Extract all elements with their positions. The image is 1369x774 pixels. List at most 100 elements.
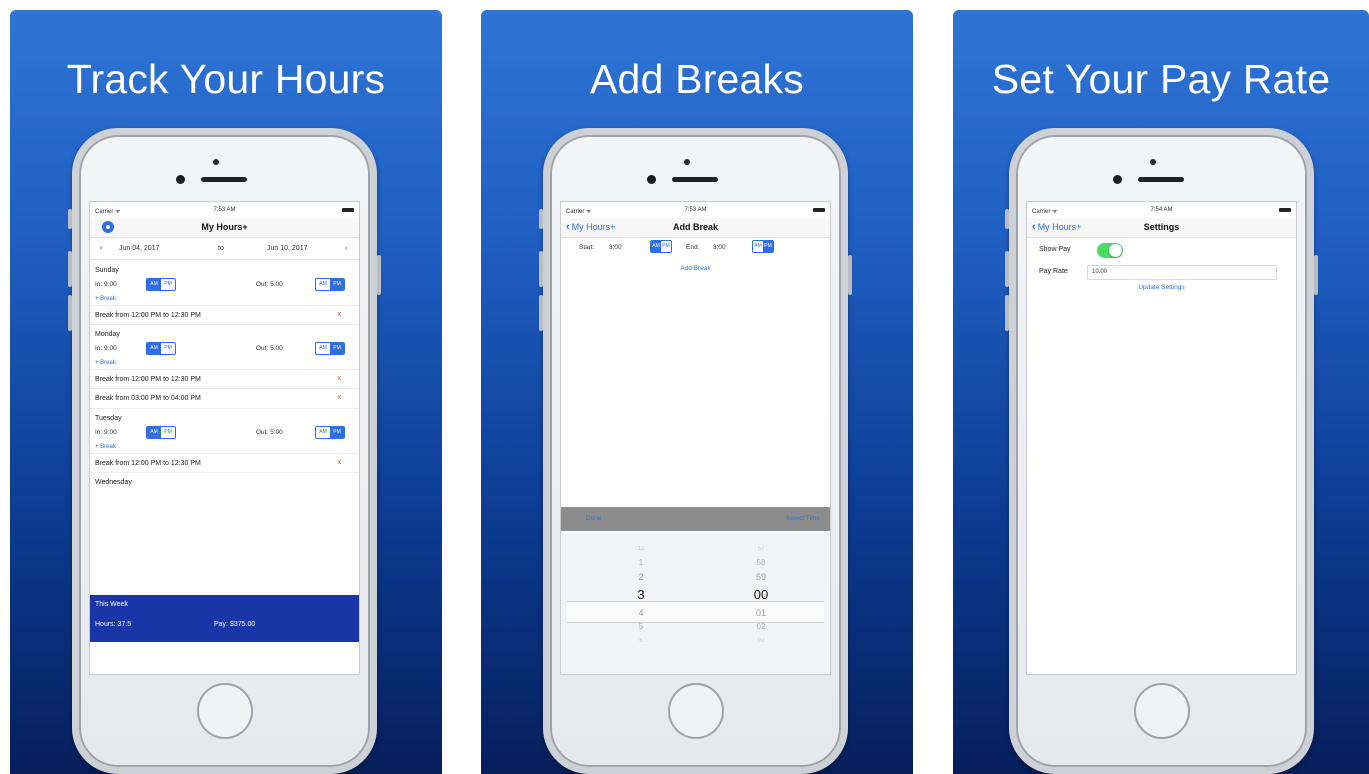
delete-break-icon[interactable]: x: [338, 311, 342, 318]
day-label-tuesday: Tuesday: [95, 415, 122, 422]
picker-value: 01: [755, 608, 766, 618]
navigation-bar: My Hours+: [90, 218, 359, 238]
am-segment[interactable]: AM: [316, 279, 330, 290]
out-ampm-toggle[interactable]: AM PM: [315, 278, 345, 291]
add-break-link[interactable]: + Break: [90, 442, 359, 453]
volume-up-button: [539, 251, 543, 287]
picker-value: 6: [639, 638, 643, 644]
am-segment[interactable]: AM: [147, 343, 161, 354]
picker-selection-band: [567, 601, 824, 623]
panel-title: Track Your Hours: [66, 56, 386, 102]
time-picker[interactable]: 12 1 2 3 4 5 6 57 58 59 00 01 02 03: [561, 532, 830, 674]
done-button[interactable]: Done: [586, 515, 602, 522]
in-time-field[interactable]: In: 9:00: [95, 429, 117, 436]
pm-segment[interactable]: PM: [161, 279, 175, 290]
break-text: Break from 12:00 PM to 12:30 PM: [95, 376, 201, 383]
mute-switch: [68, 209, 72, 229]
end-time-field[interactable]: 3:00: [713, 244, 726, 251]
hour-wheel[interactable]: 12 1 2 3 4 5 6: [621, 542, 661, 648]
battery-icon: [813, 208, 825, 212]
pay-rate-input[interactable]: 10.00: [1087, 265, 1277, 280]
day-label-monday: Monday: [95, 331, 120, 338]
am-segment[interactable]: AM: [316, 427, 330, 438]
pay-rate-label: Pay Rate: [1039, 268, 1068, 275]
picker-value: 12: [637, 546, 645, 552]
next-week-arrow-icon[interactable]: ›: [345, 245, 347, 252]
weekly-summary-bar: This Week Hours: 37.5 Pay: $375.00: [90, 595, 359, 642]
in-time-field[interactable]: In: 9:00: [95, 345, 117, 352]
phone-frame: Carrier ᯤ 7:54 AM ‹ My Hours+ Settings Sh…: [1005, 128, 1318, 774]
out-ampm-toggle[interactable]: AM PM: [315, 342, 345, 355]
in-ampm-toggle[interactable]: AM PM: [146, 278, 176, 291]
out-time-field[interactable]: Out: 5:00: [256, 429, 283, 436]
day-list: Sunday In: 9:00 AM PM Out: 5:00 AM PM + …: [90, 261, 359, 488]
start-label: Start:: [579, 244, 595, 251]
earpiece-speaker: [1138, 177, 1184, 182]
start-date-picker[interactable]: Jun 04, 2017: [119, 245, 159, 252]
pm-segment[interactable]: PM: [330, 343, 344, 354]
power-button: [848, 255, 852, 295]
end-label: End:: [686, 244, 700, 251]
status-bar: Carrier ᯤ 7:53 AM: [561, 202, 830, 218]
add-break-button[interactable]: Add Break: [561, 265, 830, 272]
pm-segment[interactable]: PM: [330, 279, 344, 290]
promo-panel-add-breaks: Add Breaks Carrier ᯤ 7:53 AM ‹ My Hours+ …: [481, 10, 913, 774]
minute-wheel[interactable]: 57 58 59 00 01 02 03: [741, 542, 781, 648]
pm-segment[interactable]: PM: [161, 427, 175, 438]
nav-title: My Hours+: [201, 222, 248, 232]
promo-panel-pay-rate: Set Your Pay Rate Carrier ᯤ 7:54 AM ‹ My …: [953, 10, 1369, 774]
power-button: [1314, 255, 1318, 295]
am-segment[interactable]: AM: [651, 241, 661, 252]
home-button: [197, 683, 253, 739]
in-ampm-toggle[interactable]: AM PM: [146, 426, 176, 439]
in-time-field[interactable]: In: 9:00: [95, 281, 117, 288]
delete-break-icon[interactable]: x: [338, 459, 342, 466]
out-time-field[interactable]: Out: 5:00: [256, 345, 283, 352]
start-ampm-toggle[interactable]: AM PM: [650, 240, 672, 253]
pm-segment[interactable]: PM: [330, 427, 344, 438]
battery-icon: [342, 208, 354, 212]
pm-segment[interactable]: PM: [161, 343, 175, 354]
in-ampm-toggle[interactable]: AM PM: [146, 342, 176, 355]
show-pay-toggle[interactable]: [1097, 243, 1123, 258]
picker-value: 2: [638, 572, 644, 582]
pm-segment[interactable]: PM: [661, 241, 671, 252]
break-row: Break from 12:00 PM to 12:30 PM x: [90, 369, 359, 389]
volume-down-button: [539, 295, 543, 331]
add-break-link[interactable]: + Break: [90, 358, 359, 369]
am-segment[interactable]: AM: [147, 279, 161, 290]
prev-week-arrow-icon[interactable]: ‹: [100, 245, 102, 252]
out-ampm-toggle[interactable]: AM PM: [315, 426, 345, 439]
break-row: Break from 12:00 PM to 12:30 PM x: [90, 453, 359, 473]
update-settings-button[interactable]: Update Settings: [1027, 284, 1296, 291]
am-segment[interactable]: AM: [316, 343, 330, 354]
end-ampm-toggle[interactable]: AM PM: [752, 240, 774, 253]
hours-row-tuesday: In: 9:00 AM PM Out: 5:00 AM PM: [90, 424, 359, 442]
start-time-field[interactable]: 3:00: [609, 244, 622, 251]
app-screen-my-hours: Carrier ᯤ 7:53 AM My Hours+ ‹ Jun 04, 20…: [89, 201, 360, 675]
am-segment[interactable]: AM: [147, 427, 161, 438]
end-date-picker[interactable]: Jun 10, 2017: [267, 245, 307, 252]
break-row: Break from 03:00 PM to 04:00 PM x: [90, 389, 359, 409]
delete-break-icon[interactable]: x: [338, 394, 342, 401]
battery-icon: [1279, 208, 1291, 212]
picker-value: 02: [756, 622, 766, 631]
day-label-wednesday: Wednesday: [95, 479, 132, 486]
front-camera: [176, 175, 185, 184]
picker-value: 4: [638, 608, 644, 618]
add-break-link[interactable]: + Break: [90, 294, 359, 305]
home-button: [1134, 683, 1190, 739]
front-camera: [647, 175, 656, 184]
mute-switch: [1005, 209, 1009, 229]
status-bar: Carrier ᯤ 7:53 AM: [90, 202, 359, 218]
break-time-row: Start: 3:00 AM PM End: 3:00 AM PM: [561, 238, 830, 258]
select-time-button[interactable]: Select Time: [786, 515, 820, 522]
power-button: [377, 255, 381, 295]
am-segment[interactable]: AM: [753, 241, 763, 252]
proximity-sensor: [684, 159, 690, 165]
break-row: Break from 12:00 PM to 12:30 PM x: [90, 305, 359, 325]
pm-segment[interactable]: PM: [763, 241, 773, 252]
promo-panel-track-hours: Track Your Hours Carrier ᯤ 7:53 AM My Ho…: [10, 10, 442, 774]
out-time-field[interactable]: Out: 5:00: [256, 281, 283, 288]
delete-break-icon[interactable]: x: [338, 375, 342, 382]
